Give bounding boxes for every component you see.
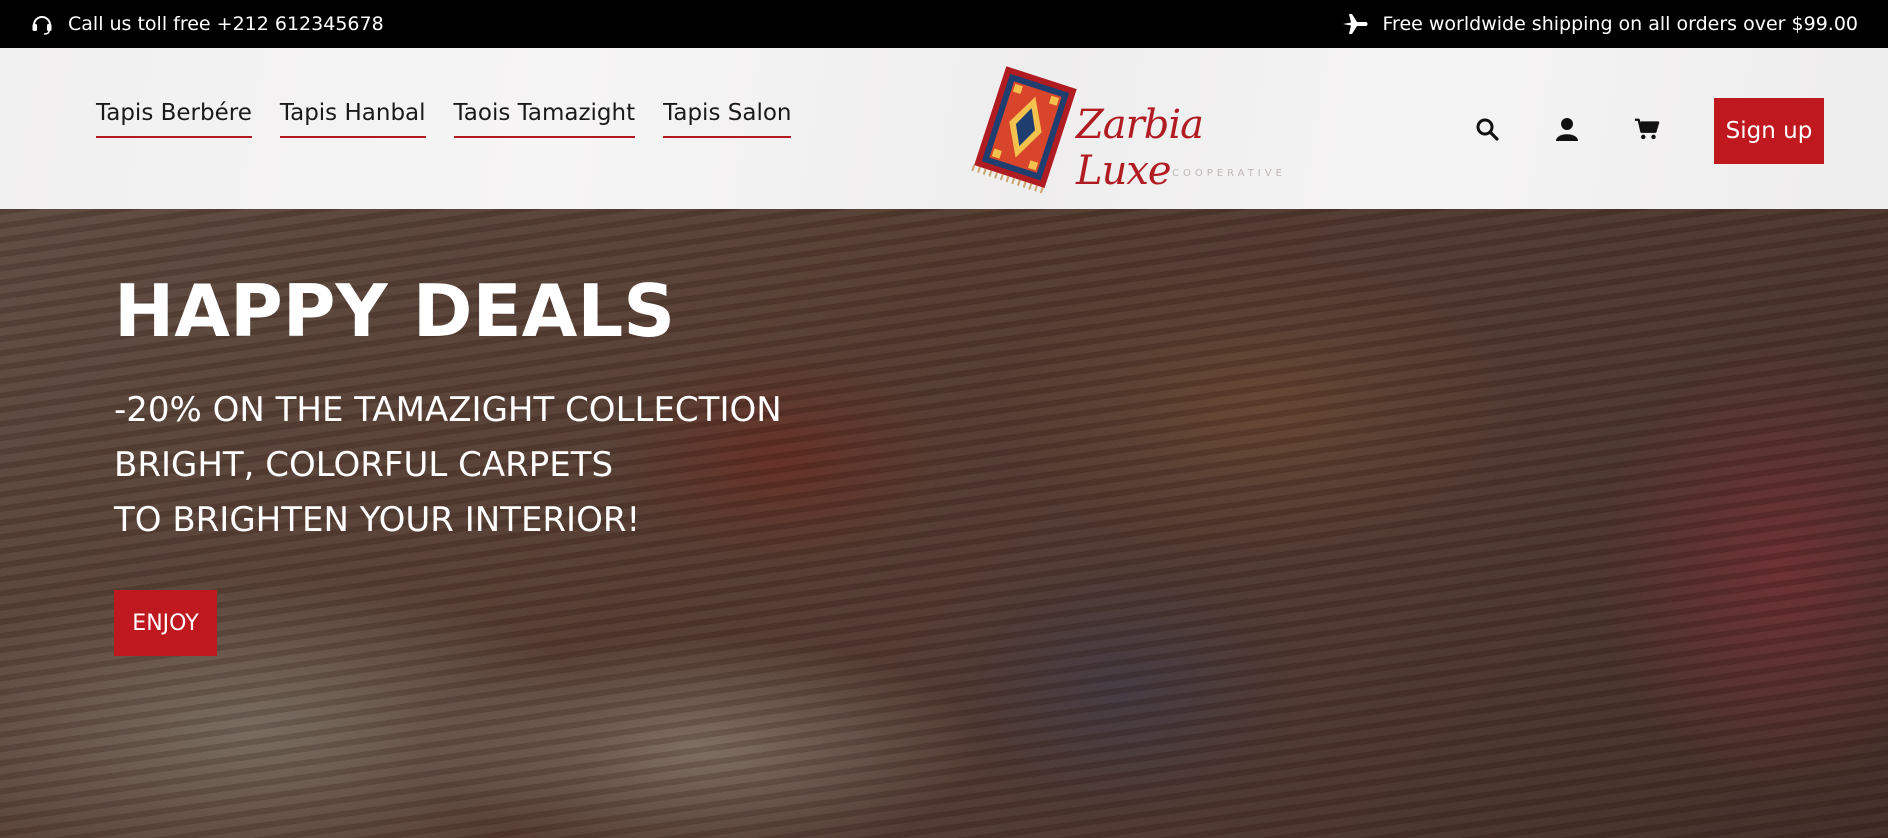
site-logo[interactable]: Zarbia Luxe COOPERATIVE — [958, 62, 1290, 196]
nav-item-tapis-salon[interactable]: Tapis Salon — [663, 100, 792, 138]
nav-item-tapis-hanbal[interactable]: Tapis Hanbal — [279, 100, 426, 138]
hero-content: HAPPY DEALS -20% ON THE TAMAZIGHT COLLEC… — [114, 275, 782, 656]
top-announcement-bar: Call us toll free +212 612345678 Free wo… — [0, 0, 1888, 48]
phone-contact[interactable]: Call us toll free +212 612345678 — [30, 0, 384, 48]
user-icon[interactable] — [1554, 116, 1580, 142]
enjoy-button[interactable]: ENJOY — [114, 590, 217, 656]
shipping-notice: Free worldwide shipping on all orders ov… — [1341, 0, 1858, 48]
search-icon[interactable] — [1474, 116, 1500, 142]
nav-item-taois-tamazight[interactable]: Taois Tamazight — [453, 100, 636, 138]
nav-item-tapis-berbere[interactable]: Tapis Berbére — [96, 100, 252, 138]
site-header: Tapis Berbére Tapis Hanbal Taois Tamazig… — [0, 48, 1888, 209]
airplane-icon — [1341, 12, 1369, 36]
logo-subtitle: COOPERATIVE — [1172, 168, 1286, 179]
shipping-text: Free worldwide shipping on all orders ov… — [1382, 13, 1858, 35]
header-actions — [1474, 116, 1660, 142]
cart-icon[interactable] — [1634, 116, 1660, 142]
hero-line: BRIGHT, COLORFUL CARPETS — [114, 445, 614, 485]
logo-brand-text: Zarbia Luxe — [1076, 102, 1204, 194]
hero-title: HAPPY DEALS — [114, 269, 676, 353]
hero-line: TO BRIGHTEN YOUR INTERIOR! — [114, 500, 641, 540]
hero-subtitle: -20% ON THE TAMAZIGHT COLLECTION BRIGHT,… — [114, 383, 782, 548]
headset-icon — [30, 12, 54, 36]
main-nav: Tapis Berbére Tapis Hanbal Taois Tamazig… — [96, 100, 792, 138]
signup-button[interactable]: Sign up — [1714, 98, 1824, 164]
phone-text: Call us toll free +212 612345678 — [68, 13, 384, 35]
hero-line: -20% ON THE TAMAZIGHT COLLECTION — [114, 390, 782, 430]
hero-banner: HAPPY DEALS -20% ON THE TAMAZIGHT COLLEC… — [0, 209, 1888, 838]
